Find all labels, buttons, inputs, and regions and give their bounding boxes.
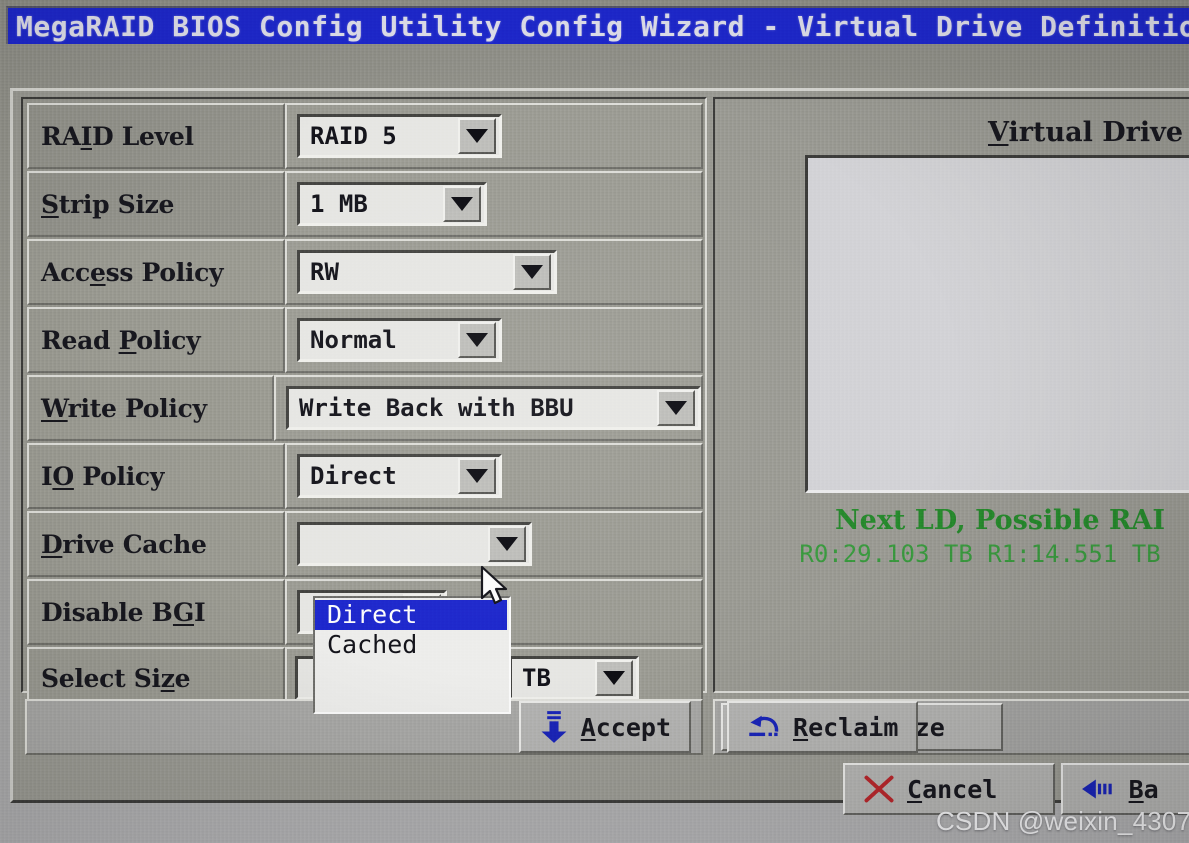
label-io-policy: IO Policy bbox=[41, 461, 165, 491]
read-policy-combo[interactable]: Normal bbox=[297, 318, 502, 362]
accept-label: Accept bbox=[580, 712, 671, 742]
next-ld-heading: Next LD, Possible RAI bbox=[834, 505, 1166, 536]
label-cell-drive-cache: Drive Cache bbox=[27, 511, 285, 577]
label-select-size: Select Size bbox=[41, 663, 191, 693]
select-size-unit-combo[interactable]: TB bbox=[509, 656, 639, 700]
label-disable-bgi: Disable BGI bbox=[41, 597, 206, 627]
label-cell-raid-level: RAID Level bbox=[27, 103, 285, 169]
label-cell-io-policy: IO Policy bbox=[27, 443, 285, 509]
label-access-policy: Access Policy bbox=[41, 257, 224, 287]
dialog-frame: RAID Level RAID 5 Strip Size 1 MB Access… bbox=[10, 88, 1189, 815]
label-strip-size: Strip Size bbox=[41, 189, 175, 219]
reclaim-button[interactable]: Reclaim bbox=[727, 701, 919, 753]
undo-arrow-icon bbox=[749, 715, 779, 737]
left-arrow-icon bbox=[1081, 779, 1112, 799]
form-row-io-policy: IO Policy Direct bbox=[27, 443, 703, 509]
chevron-down-icon[interactable] bbox=[458, 322, 496, 358]
write-policy-combo[interactable]: Write Back with BBU bbox=[286, 386, 701, 430]
io-policy-dropdown-list[interactable]: Direct Cached bbox=[313, 596, 511, 714]
chevron-down-icon[interactable] bbox=[657, 390, 695, 426]
raid-level-combo[interactable]: RAID 5 bbox=[297, 114, 502, 158]
form-row-read-policy: Read Policy Normal bbox=[27, 307, 703, 373]
form-row-strip-size: Strip Size 1 MB bbox=[27, 171, 703, 237]
dropdown-option-cached[interactable]: Cached bbox=[315, 630, 509, 660]
label-read-policy: Read Policy bbox=[41, 325, 201, 355]
select-size-unit-value: TB bbox=[522, 664, 551, 692]
next-ld-values: R0:29.103 TB R1:14.551 TB bbox=[799, 540, 1161, 568]
accept-button[interactable]: Accept bbox=[518, 701, 691, 753]
page-title: MegaRAID BIOS Config Utility Config Wiza… bbox=[16, 9, 1189, 43]
chevron-down-icon[interactable] bbox=[458, 458, 496, 494]
value-cell-strip-size: 1 MB bbox=[285, 171, 703, 237]
chevron-down-icon[interactable] bbox=[458, 118, 496, 154]
value-cell-access-policy: RW bbox=[285, 239, 703, 305]
label-cell-strip-size: Strip Size bbox=[27, 171, 285, 237]
watermark: CSDN @weixin_43075093 bbox=[936, 806, 1189, 836]
label-drive-cache: Drive Cache bbox=[41, 529, 207, 559]
label-write-policy: Write Policy bbox=[41, 393, 207, 423]
form-row-access-policy: Access Policy RW bbox=[27, 239, 703, 305]
virtual-drives-list[interactable] bbox=[805, 155, 1189, 493]
io-policy-combo[interactable]: Direct bbox=[297, 454, 502, 498]
chevron-down-icon[interactable] bbox=[513, 254, 551, 290]
form-row-raid-level: RAID Level RAID 5 bbox=[27, 103, 703, 169]
chevron-down-icon[interactable] bbox=[488, 526, 526, 562]
back-label: Ba bbox=[1128, 774, 1159, 804]
value-cell-io-policy: Direct bbox=[285, 443, 703, 509]
value-cell-write-policy: Write Back with BBU bbox=[274, 375, 703, 441]
chevron-down-icon[interactable] bbox=[443, 186, 481, 222]
next-ld-info: Next LD, Possible RAI R0:29.103 TB R1:14… bbox=[715, 505, 1189, 568]
label-raid-level: RAID Level bbox=[41, 121, 194, 151]
drive-cache-combo[interactable] bbox=[297, 522, 532, 566]
form-row-drive-cache: Drive Cache bbox=[27, 511, 703, 577]
label-cell-disable-bgi: Disable BGI bbox=[27, 579, 285, 645]
form-row-write-policy: Write Policy Write Back with BBU bbox=[27, 375, 703, 441]
bios-screen: MegaRAID BIOS Config Utility Config Wiza… bbox=[0, 0, 1189, 843]
raid-level-value: RAID 5 bbox=[310, 122, 397, 150]
label-cell-read-policy: Read Policy bbox=[27, 307, 285, 373]
value-cell-drive-cache bbox=[285, 511, 703, 577]
reclaim-label: Reclaim bbox=[793, 712, 899, 742]
dropdown-option-direct[interactable]: Direct bbox=[315, 600, 507, 630]
strip-size-value: 1 MB bbox=[310, 190, 368, 218]
close-x-icon bbox=[864, 775, 894, 803]
label-cell-access-policy: Access Policy bbox=[27, 239, 285, 305]
download-arrow-icon bbox=[541, 711, 567, 743]
window-title-bar: MegaRAID BIOS Config Utility Config Wiza… bbox=[6, 6, 1189, 44]
reclaim-button-bar: Reclaim bbox=[713, 699, 1189, 755]
virtual-drives-title: Virtual Drive bbox=[988, 117, 1183, 148]
value-cell-raid-level: RAID 5 bbox=[285, 103, 703, 169]
chevron-down-icon[interactable] bbox=[595, 660, 633, 696]
read-policy-value: Normal bbox=[310, 326, 397, 354]
virtual-drive-definition-form: RAID Level RAID 5 Strip Size 1 MB Access… bbox=[21, 97, 707, 714]
label-cell-write-policy: Write Policy bbox=[27, 375, 274, 441]
strip-size-combo[interactable]: 1 MB bbox=[297, 182, 487, 226]
access-policy-combo[interactable]: RW bbox=[297, 250, 557, 294]
io-policy-value: Direct bbox=[310, 462, 397, 490]
value-cell-read-policy: Normal bbox=[285, 307, 703, 373]
write-policy-value: Write Back with BBU bbox=[299, 394, 574, 422]
virtual-drives-panel: Virtual Drive Next LD, Possible RAI R0:2… bbox=[713, 97, 1189, 693]
cancel-label: Cancel bbox=[907, 774, 998, 804]
access-policy-value: RW bbox=[310, 258, 339, 286]
